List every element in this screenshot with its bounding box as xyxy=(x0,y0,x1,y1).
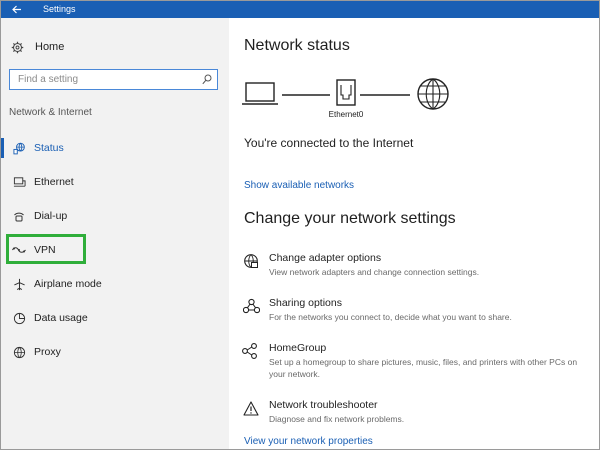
sidebar: Home Network & Internet Status xyxy=(1,18,229,449)
option-title: Network troubleshooter xyxy=(269,399,378,411)
sidebar-item-status[interactable]: Status xyxy=(1,136,229,160)
network-troubleshooter[interactable]: Network troubleshooter Diagnose and fix … xyxy=(242,399,582,433)
option-description: Diagnose and fix network problems. xyxy=(269,414,405,424)
sidebar-item-proxy[interactable]: Proxy xyxy=(1,340,229,364)
option-title: Sharing options xyxy=(269,297,342,309)
section-title: Change your network settings xyxy=(244,210,456,227)
home-label: Home xyxy=(35,41,65,53)
option-description: Set up a homegroup to share pictures, mu… xyxy=(269,357,578,379)
option-title: Change adapter options xyxy=(269,252,382,264)
sidebar-item-label: Ethernet xyxy=(34,176,74,188)
sidebar-item-ethernet[interactable]: Ethernet xyxy=(1,170,229,194)
window-title: Settings xyxy=(43,4,76,14)
sidebar-item-label: Dial-up xyxy=(34,210,68,222)
search-box[interactable] xyxy=(9,69,218,90)
homegroup[interactable]: HomeGroup Set up a homegroup to share pi… xyxy=(242,342,582,382)
title-bar: Settings xyxy=(1,1,599,18)
back-button[interactable] xyxy=(5,1,29,18)
dial-up-icon xyxy=(14,212,24,222)
ethernet-icon xyxy=(13,177,26,187)
option-description: For the networks you connect to, decide … xyxy=(269,312,512,322)
connection-status-text: You're connected to the Internet xyxy=(244,136,414,150)
internet-globe-icon xyxy=(417,78,449,110)
laptop-icon xyxy=(242,82,278,105)
sharing-options[interactable]: Sharing options For the networks you con… xyxy=(242,297,582,331)
sidebar-item-label: Data usage xyxy=(34,312,88,324)
vpn-highlight-box xyxy=(6,234,86,264)
warning-icon xyxy=(243,400,259,416)
option-description: View network adapters and change connect… xyxy=(269,267,480,277)
device-label: Ethernet0 xyxy=(329,110,364,119)
sidebar-item-label: Proxy xyxy=(34,346,61,358)
sidebar-item-dial-up[interactable]: Dial-up xyxy=(1,204,229,228)
sharing-icon xyxy=(242,298,260,314)
gear-icon xyxy=(11,41,24,53)
view-network-properties-link[interactable]: View your network properties xyxy=(244,436,373,447)
status-globe-icon xyxy=(12,142,25,154)
airplane-icon xyxy=(13,278,25,290)
sidebar-item-label: Airplane mode xyxy=(34,278,102,290)
settings-window: Settings Home Network & Internet xyxy=(0,0,600,450)
network-diagram: Ethernet0 xyxy=(242,78,449,119)
sidebar-item-label: Status xyxy=(34,142,64,154)
ethernet-adapter-icon xyxy=(336,79,356,106)
adapter-globe-icon xyxy=(244,254,258,268)
sidebar-item-data-usage[interactable]: Data usage xyxy=(1,306,229,330)
page-title: Network status xyxy=(244,37,350,54)
sidebar-home[interactable]: Home xyxy=(11,39,64,55)
search-icon[interactable] xyxy=(202,74,212,85)
change-adapter-options[interactable]: Change adapter options View network adap… xyxy=(242,252,582,286)
data-usage-icon xyxy=(13,312,25,324)
section-heading: Network & Internet xyxy=(9,107,92,118)
option-title: HomeGroup xyxy=(269,342,327,354)
proxy-globe-icon xyxy=(13,346,25,358)
homegroup-icon xyxy=(242,343,257,359)
show-available-networks-link[interactable]: Show available networks xyxy=(244,180,354,191)
search-input[interactable] xyxy=(10,70,195,89)
back-arrow-icon xyxy=(12,5,21,14)
sidebar-item-airplane-mode[interactable]: Airplane mode xyxy=(1,272,229,296)
main-content: Network status Ethernet0 You're connecte… xyxy=(229,18,599,449)
